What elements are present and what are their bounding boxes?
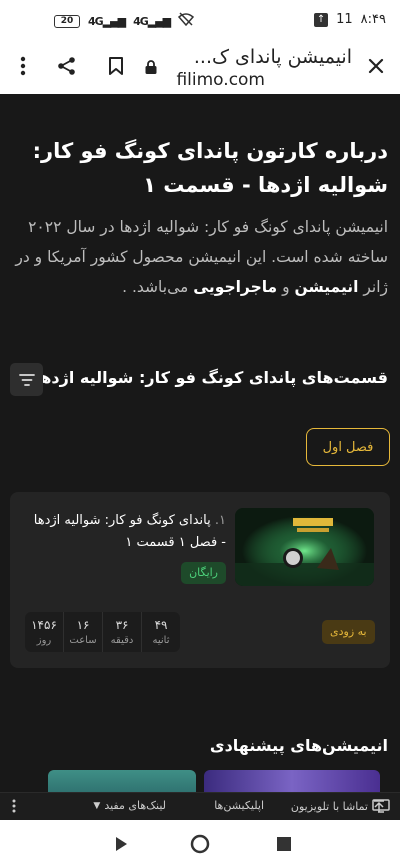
- page-domain: filimo.com: [176, 70, 265, 90]
- episodes-heading: قسمت‌های پاندای کونگ فو کار: شوالیه اژده…: [34, 368, 388, 387]
- filter-icon: [18, 373, 35, 386]
- genre-link-animation[interactable]: انیمیشن: [295, 278, 359, 296]
- wifi-off-icon: [178, 12, 195, 30]
- browser-toolbar: انیمیشن پاندای ک... filimo.com: [0, 42, 400, 94]
- chevron-down-icon: ▼: [93, 800, 101, 811]
- season-selector-button[interactable]: فصل اول: [306, 428, 390, 466]
- lock-icon[interactable]: [140, 56, 162, 78]
- share-icon[interactable]: [53, 52, 81, 80]
- signal-icon-1: 4G▂▄▆: [88, 14, 126, 28]
- page-title: درباره کارتون پاندای کونگ فو کار: شوالیه…: [32, 139, 388, 197]
- useful-links-bar: تماشا با تلویزیون اپلیکیشن‌ها لینک‌های م…: [0, 792, 400, 820]
- countdown-hours: ۱۶ ساعت: [64, 612, 102, 652]
- apps-link[interactable]: اپلیکیشن‌ها: [214, 799, 264, 812]
- status-left: 20 4G▂▄▆ 4G▂▄▆: [54, 12, 195, 30]
- bookmark-icon[interactable]: [102, 52, 130, 80]
- upload-icon: ↑: [314, 12, 329, 27]
- free-badge: رایگان: [181, 562, 226, 584]
- page-description: انیمیشن پاندای کونگ فو کار: شوالیه اژدها…: [15, 218, 388, 296]
- episode-title[interactable]: ۱. پاندای کونگ فو کار: شوالیه اژدها - فص…: [26, 510, 226, 554]
- back-nav-icon[interactable]: [109, 832, 133, 856]
- recommended-heading: انیمیشن‌های پیشنهادی: [209, 736, 388, 755]
- countdown-minutes: ۳۶ دقیقه: [103, 612, 141, 652]
- page-content: درباره کارتون پاندای کونگ فو کار: شوالیه…: [0, 94, 400, 792]
- recommended-card-1[interactable]: [204, 770, 380, 792]
- clock: ۸:۴۹: [360, 12, 386, 27]
- signal-icon-2: 4G▂▄▆: [133, 14, 171, 28]
- release-countdown: ۴۹ ثانیه ۳۶ دقیقه ۱۶ ساعت ۱۴۵۶ روز: [25, 612, 180, 652]
- countdown-seconds: ۴۹ ثانیه: [142, 612, 180, 652]
- home-nav-icon[interactable]: [188, 832, 212, 856]
- notification-count: 11: [336, 12, 353, 27]
- episode-thumbnail[interactable]: [235, 508, 374, 586]
- useful-links-dropdown[interactable]: لینک‌های مفید ▼: [93, 799, 166, 812]
- filter-button[interactable]: [10, 363, 43, 396]
- page-tab-title: انیمیشن پاندای ک...: [193, 46, 352, 68]
- coming-soon-badge: به زودی: [322, 620, 375, 644]
- recents-nav-icon[interactable]: [272, 832, 296, 856]
- close-icon[interactable]: [362, 52, 390, 80]
- recommended-card-2[interactable]: [48, 770, 196, 792]
- episode-card[interactable]: ۱. پاندای کونگ فو کار: شوالیه اژدها - فص…: [10, 492, 390, 668]
- more-menu-icon[interactable]: [9, 52, 37, 80]
- countdown-days: ۱۴۵۶ روز: [25, 612, 63, 652]
- system-nav-bar: [0, 820, 400, 867]
- status-right: ↑ 11 ۸:۴۹: [314, 12, 386, 27]
- genre-link-adventure[interactable]: ماجراجویی: [193, 278, 277, 296]
- battery-icon: 20: [54, 14, 80, 28]
- scroll-top-icon[interactable]: [372, 799, 386, 813]
- linkbar-more-icon[interactable]: [12, 799, 16, 813]
- status-bar: ↑ 11 ۸:۴۹ 20 4G▂▄▆ 4G▂▄▆: [0, 0, 400, 42]
